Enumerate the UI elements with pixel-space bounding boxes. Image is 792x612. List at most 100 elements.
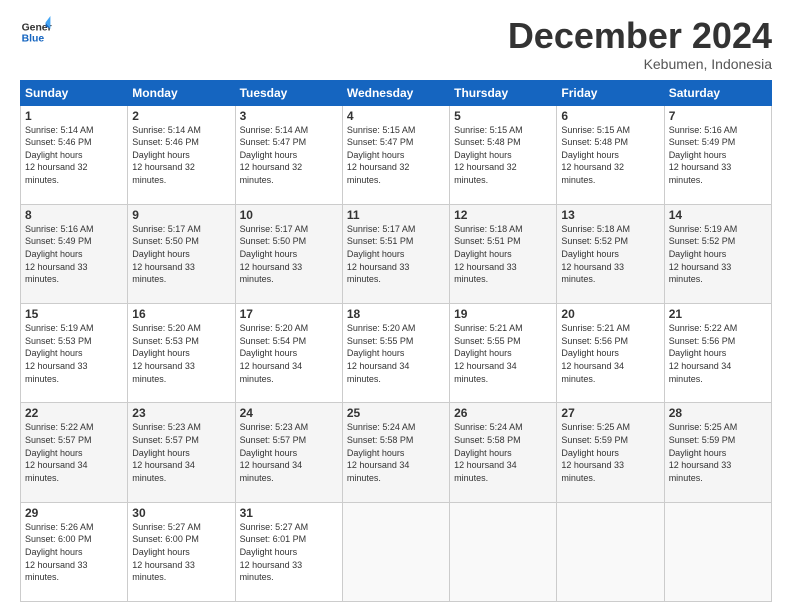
- day-info: Sunrise: 5:16 AMSunset: 5:49 PMDaylight …: [25, 223, 123, 286]
- day-number: 12: [454, 208, 552, 222]
- day-number: 31: [240, 506, 338, 520]
- day-info: Sunrise: 5:14 AMSunset: 5:46 PMDaylight …: [25, 124, 123, 187]
- day-info: Sunrise: 5:15 AMSunset: 5:48 PMDaylight …: [561, 124, 659, 187]
- day-number: 10: [240, 208, 338, 222]
- day-cell: 14Sunrise: 5:19 AMSunset: 5:52 PMDayligh…: [664, 204, 771, 303]
- day-cell: 19Sunrise: 5:21 AMSunset: 5:55 PMDayligh…: [450, 304, 557, 403]
- day-number: 14: [669, 208, 767, 222]
- day-number: 30: [132, 506, 230, 520]
- day-number: 3: [240, 109, 338, 123]
- day-number: 13: [561, 208, 659, 222]
- day-cell: 31Sunrise: 5:27 AMSunset: 6:01 PMDayligh…: [235, 502, 342, 601]
- day-info: Sunrise: 5:23 AMSunset: 5:57 PMDaylight …: [132, 421, 230, 484]
- day-number: 15: [25, 307, 123, 321]
- day-number: 17: [240, 307, 338, 321]
- svg-text:Blue: Blue: [22, 34, 45, 45]
- day-number: 2: [132, 109, 230, 123]
- day-info: Sunrise: 5:22 AMSunset: 5:57 PMDaylight …: [25, 421, 123, 484]
- day-info: Sunrise: 5:20 AMSunset: 5:53 PMDaylight …: [132, 322, 230, 385]
- day-number: 8: [25, 208, 123, 222]
- day-cell: 10Sunrise: 5:17 AMSunset: 5:50 PMDayligh…: [235, 204, 342, 303]
- week-row-1: 1Sunrise: 5:14 AMSunset: 5:46 PMDaylight…: [21, 105, 772, 204]
- day-info: Sunrise: 5:23 AMSunset: 5:57 PMDaylight …: [240, 421, 338, 484]
- day-cell: 11Sunrise: 5:17 AMSunset: 5:51 PMDayligh…: [342, 204, 449, 303]
- day-number: 9: [132, 208, 230, 222]
- day-cell: 3Sunrise: 5:14 AMSunset: 5:47 PMDaylight…: [235, 105, 342, 204]
- day-number: 26: [454, 406, 552, 420]
- day-cell: 25Sunrise: 5:24 AMSunset: 5:58 PMDayligh…: [342, 403, 449, 502]
- day-number: 20: [561, 307, 659, 321]
- day-cell: [342, 502, 449, 601]
- day-cell: [664, 502, 771, 601]
- week-row-4: 22Sunrise: 5:22 AMSunset: 5:57 PMDayligh…: [21, 403, 772, 502]
- week-row-2: 8Sunrise: 5:16 AMSunset: 5:49 PMDaylight…: [21, 204, 772, 303]
- day-info: Sunrise: 5:19 AMSunset: 5:53 PMDaylight …: [25, 322, 123, 385]
- day-cell: 18Sunrise: 5:20 AMSunset: 5:55 PMDayligh…: [342, 304, 449, 403]
- day-cell: 15Sunrise: 5:19 AMSunset: 5:53 PMDayligh…: [21, 304, 128, 403]
- day-info: Sunrise: 5:15 AMSunset: 5:47 PMDaylight …: [347, 124, 445, 187]
- day-info: Sunrise: 5:14 AMSunset: 5:46 PMDaylight …: [132, 124, 230, 187]
- week-row-3: 15Sunrise: 5:19 AMSunset: 5:53 PMDayligh…: [21, 304, 772, 403]
- header-row: Sunday Monday Tuesday Wednesday Thursday…: [21, 80, 772, 105]
- day-cell: 6Sunrise: 5:15 AMSunset: 5:48 PMDaylight…: [557, 105, 664, 204]
- day-info: Sunrise: 5:15 AMSunset: 5:48 PMDaylight …: [454, 124, 552, 187]
- day-info: Sunrise: 5:25 AMSunset: 5:59 PMDaylight …: [669, 421, 767, 484]
- day-cell: 20Sunrise: 5:21 AMSunset: 5:56 PMDayligh…: [557, 304, 664, 403]
- th-thursday: Thursday: [450, 80, 557, 105]
- day-info: Sunrise: 5:22 AMSunset: 5:56 PMDaylight …: [669, 322, 767, 385]
- day-cell: 24Sunrise: 5:23 AMSunset: 5:57 PMDayligh…: [235, 403, 342, 502]
- calendar-title: December 2024: [508, 16, 772, 56]
- day-info: Sunrise: 5:17 AMSunset: 5:50 PMDaylight …: [240, 223, 338, 286]
- th-tuesday: Tuesday: [235, 80, 342, 105]
- day-cell: 23Sunrise: 5:23 AMSunset: 5:57 PMDayligh…: [128, 403, 235, 502]
- day-cell: 9Sunrise: 5:17 AMSunset: 5:50 PMDaylight…: [128, 204, 235, 303]
- day-cell: 27Sunrise: 5:25 AMSunset: 5:59 PMDayligh…: [557, 403, 664, 502]
- day-info: Sunrise: 5:14 AMSunset: 5:47 PMDaylight …: [240, 124, 338, 187]
- day-number: 29: [25, 506, 123, 520]
- day-number: 6: [561, 109, 659, 123]
- logo: General Blue: [20, 16, 52, 48]
- day-info: Sunrise: 5:27 AMSunset: 6:01 PMDaylight …: [240, 521, 338, 584]
- day-cell: 29Sunrise: 5:26 AMSunset: 6:00 PMDayligh…: [21, 502, 128, 601]
- day-number: 27: [561, 406, 659, 420]
- day-number: 28: [669, 406, 767, 420]
- day-cell: 12Sunrise: 5:18 AMSunset: 5:51 PMDayligh…: [450, 204, 557, 303]
- day-info: Sunrise: 5:18 AMSunset: 5:51 PMDaylight …: [454, 223, 552, 286]
- day-number: 4: [347, 109, 445, 123]
- day-cell: 26Sunrise: 5:24 AMSunset: 5:58 PMDayligh…: [450, 403, 557, 502]
- day-info: Sunrise: 5:24 AMSunset: 5:58 PMDaylight …: [454, 421, 552, 484]
- day-info: Sunrise: 5:20 AMSunset: 5:55 PMDaylight …: [347, 322, 445, 385]
- day-number: 11: [347, 208, 445, 222]
- day-cell: 28Sunrise: 5:25 AMSunset: 5:59 PMDayligh…: [664, 403, 771, 502]
- day-cell: 5Sunrise: 5:15 AMSunset: 5:48 PMDaylight…: [450, 105, 557, 204]
- day-cell: 1Sunrise: 5:14 AMSunset: 5:46 PMDaylight…: [21, 105, 128, 204]
- day-number: 1: [25, 109, 123, 123]
- th-wednesday: Wednesday: [342, 80, 449, 105]
- day-info: Sunrise: 5:20 AMSunset: 5:54 PMDaylight …: [240, 322, 338, 385]
- logo-icon: General Blue: [20, 16, 52, 48]
- th-friday: Friday: [557, 80, 664, 105]
- day-info: Sunrise: 5:27 AMSunset: 6:00 PMDaylight …: [132, 521, 230, 584]
- day-cell: 16Sunrise: 5:20 AMSunset: 5:53 PMDayligh…: [128, 304, 235, 403]
- day-cell: 2Sunrise: 5:14 AMSunset: 5:46 PMDaylight…: [128, 105, 235, 204]
- day-number: 5: [454, 109, 552, 123]
- day-number: 24: [240, 406, 338, 420]
- day-info: Sunrise: 5:24 AMSunset: 5:58 PMDaylight …: [347, 421, 445, 484]
- page: General Blue December 2024 Kebumen, Indo…: [0, 0, 792, 612]
- day-number: 18: [347, 307, 445, 321]
- th-saturday: Saturday: [664, 80, 771, 105]
- title-block: December 2024 Kebumen, Indonesia: [508, 16, 772, 72]
- day-number: 21: [669, 307, 767, 321]
- day-cell: 30Sunrise: 5:27 AMSunset: 6:00 PMDayligh…: [128, 502, 235, 601]
- day-number: 25: [347, 406, 445, 420]
- calendar-table: Sunday Monday Tuesday Wednesday Thursday…: [20, 80, 772, 602]
- day-cell: 13Sunrise: 5:18 AMSunset: 5:52 PMDayligh…: [557, 204, 664, 303]
- day-number: 7: [669, 109, 767, 123]
- day-cell: 21Sunrise: 5:22 AMSunset: 5:56 PMDayligh…: [664, 304, 771, 403]
- day-info: Sunrise: 5:18 AMSunset: 5:52 PMDaylight …: [561, 223, 659, 286]
- day-info: Sunrise: 5:21 AMSunset: 5:56 PMDaylight …: [561, 322, 659, 385]
- day-number: 16: [132, 307, 230, 321]
- day-info: Sunrise: 5:19 AMSunset: 5:52 PMDaylight …: [669, 223, 767, 286]
- day-cell: [557, 502, 664, 601]
- day-info: Sunrise: 5:17 AMSunset: 5:51 PMDaylight …: [347, 223, 445, 286]
